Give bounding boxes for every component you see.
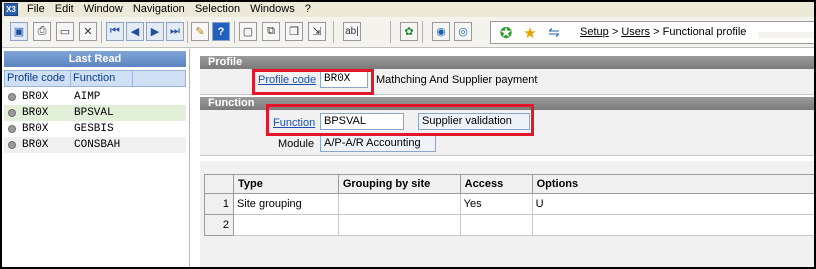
menu-window[interactable]: Window (79, 2, 128, 17)
list-item-code: BR0X (22, 123, 49, 135)
favorites-icon[interactable]: ✪ (497, 23, 515, 42)
toolbar-separator (234, 21, 235, 43)
previous-record-icon[interactable]: ◀ (126, 22, 144, 41)
profile-description: Mathching And Supplier payment (376, 74, 538, 86)
list-item-code: BR0X (22, 139, 49, 151)
next-record-icon[interactable]: ▶ (146, 22, 164, 41)
breadcrumb-separator: > (653, 26, 660, 38)
menu-selection[interactable]: Selection (190, 2, 245, 17)
menu-file[interactable]: File (22, 2, 50, 17)
highlight-box (266, 104, 534, 136)
column-header-profile-code[interactable]: Profile code (5, 71, 71, 86)
navigation-icon[interactable]: ⇋ (545, 23, 563, 42)
list-item-function: CONSBAH (74, 139, 121, 151)
zoom-icon[interactable]: ◎ (454, 22, 472, 41)
menu-navigation[interactable]: Navigation (128, 2, 190, 17)
cell-type[interactable]: Site grouping (232, 193, 339, 215)
breadcrumb-users[interactable]: Users (621, 26, 650, 38)
last-read-list: BR0X AIMP BR0X BPSVAL BR0X GESBIS BR0X C… (4, 89, 186, 153)
table-row[interactable]: 2 (204, 214, 814, 236)
access-table: Type Grouping by site Access Options 1 S… (204, 174, 814, 236)
cell-type[interactable] (232, 214, 339, 236)
save-icon[interactable]: ▣ (10, 22, 28, 41)
bullet-icon (8, 109, 16, 117)
column-header-access[interactable]: Access (459, 174, 533, 194)
breadcrumb: Setup > Users > Functional profile (580, 26, 746, 38)
toolbar-separator (101, 21, 102, 43)
cell-options[interactable]: U (531, 193, 814, 215)
breadcrumb-setup[interactable]: Setup (580, 26, 609, 38)
delete-icon[interactable]: ✕ (79, 22, 97, 41)
app-logo-icon[interactable]: X3 (4, 3, 18, 16)
toolbar-separator (333, 21, 334, 43)
column-header-options[interactable]: Options (531, 174, 814, 194)
breadcrumb-current: Functional profile (662, 26, 747, 38)
new-icon[interactable]: ▭ (56, 22, 74, 41)
window-icon[interactable]: ▢ (239, 22, 257, 41)
text-field-icon[interactable]: ab| (343, 22, 361, 41)
list-item-code: BR0X (22, 91, 49, 103)
refresh-icon[interactable]: ✿ (400, 22, 418, 41)
search-icon[interactable]: ◉ (432, 22, 450, 41)
bullet-icon (8, 93, 16, 101)
window-duplicate-icon[interactable]: ⧉ (262, 22, 280, 41)
last-read-header: Profile code Function (4, 70, 186, 87)
module-label: Module (278, 138, 315, 150)
list-item-function: BPSVAL (74, 107, 114, 119)
edit-icon[interactable]: ✎ (191, 22, 209, 41)
cell-access[interactable]: Yes (459, 193, 533, 215)
menu-bar: X3 File Edit Window Navigation Selection… (2, 2, 814, 17)
table-corner (204, 174, 234, 194)
toolbar-separator (422, 21, 423, 43)
print-icon[interactable]: ⎙ (33, 22, 51, 41)
cell-options[interactable] (531, 214, 814, 236)
list-item-function: GESBIS (74, 123, 114, 135)
list-item[interactable]: BR0X GESBIS (4, 121, 186, 137)
menu-help[interactable]: ? (300, 2, 316, 17)
column-header-grouping-by-site[interactable]: Grouping by site (337, 174, 461, 194)
window-cascade-icon[interactable]: ❐ (285, 22, 303, 41)
menu-windows[interactable]: Windows (245, 2, 300, 17)
breadcrumb-separator: > (611, 26, 619, 38)
menu-edit[interactable]: Edit (50, 2, 79, 17)
table-row[interactable]: 1 Site grouping Yes U (204, 193, 814, 215)
first-record-icon[interactable]: ⏮ (106, 22, 124, 41)
star-icon[interactable]: ★ (521, 23, 539, 42)
export-icon[interactable]: ⇲ (308, 22, 326, 41)
toolbar-separator (187, 21, 188, 43)
column-header-function[interactable]: Function (71, 71, 133, 86)
help-icon[interactable]: ? (212, 22, 230, 41)
cell-access[interactable] (459, 214, 533, 236)
row-number: 1 (204, 193, 234, 215)
corner-decoration (758, 32, 814, 38)
bullet-icon (8, 141, 16, 149)
last-record-icon[interactable]: ⏭ (166, 22, 184, 41)
list-item[interactable]: BR0X AIMP (4, 89, 186, 105)
list-item-function: AIMP (74, 91, 101, 103)
cell-grouping-by-site[interactable] (337, 193, 461, 215)
cell-grouping-by-site[interactable] (337, 214, 461, 236)
list-item-code: BR0X (22, 107, 49, 119)
last-read-panel: Last Read Profile code Function BR0X AIM… (2, 49, 190, 267)
highlight-box (252, 69, 374, 95)
toolbar-separator (390, 21, 391, 43)
module-field: A/P-A/R Accounting (320, 135, 436, 152)
list-item-selected[interactable]: BR0X BPSVAL (4, 105, 186, 121)
row-number: 2 (204, 214, 234, 236)
bullet-icon (8, 125, 16, 133)
profile-section-title: Profile (200, 56, 814, 69)
list-item[interactable]: BR0X CONSBAH (4, 137, 186, 153)
column-header-type[interactable]: Type (232, 174, 339, 194)
application-window: X3 File Edit Window Navigation Selection… (0, 0, 816, 269)
last-read-title: Last Read (4, 51, 186, 67)
column-header-blank (133, 71, 185, 86)
access-grid-area: Type Grouping by site Access Options 1 S… (200, 161, 814, 267)
